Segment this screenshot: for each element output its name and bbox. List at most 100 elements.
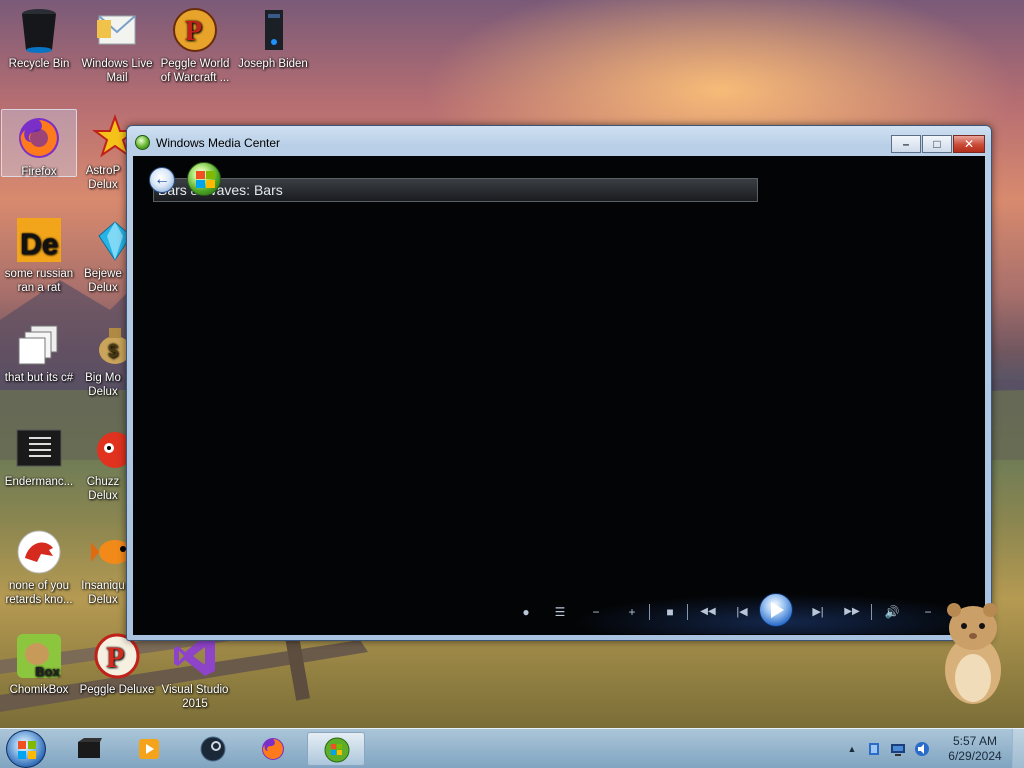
guide-icon: ☰ bbox=[554, 605, 566, 619]
desktop-icon-chomikbox[interactable]: Box ChomikBox bbox=[1, 628, 77, 697]
minimize-icon: – bbox=[902, 137, 910, 151]
back-button[interactable]: ← bbox=[149, 167, 175, 193]
hamster-icon: Box bbox=[15, 632, 63, 680]
breadcrumb-text: Bars & Waves: Bars bbox=[158, 182, 283, 198]
next-button[interactable]: ▶| bbox=[807, 602, 829, 622]
action-center-flag-icon[interactable] bbox=[866, 741, 882, 757]
desktop-icon-none-of-you-retards-kno[interactable]: none of you retards kno... bbox=[1, 524, 77, 607]
show-desktop-button[interactable] bbox=[1012, 729, 1024, 768]
taskbar-item-folder[interactable] bbox=[60, 732, 118, 766]
channel-up-button[interactable]: + bbox=[621, 602, 643, 622]
window-title: Windows Media Center bbox=[156, 136, 281, 150]
money-bag-icon: $ bbox=[91, 320, 127, 368]
back-arrow-icon: ← bbox=[154, 171, 170, 188]
windows-logo-icon bbox=[196, 171, 205, 179]
windows-logo-quad-yellow bbox=[206, 180, 215, 188]
clock-time: 5:57 AM bbox=[952, 734, 998, 748]
network-icon[interactable] bbox=[890, 741, 906, 757]
firefox-icon bbox=[262, 738, 284, 760]
firefox-icon bbox=[15, 114, 63, 162]
desktop-icon-insaniquarium[interactable]: Insaniqu Delux bbox=[79, 524, 127, 607]
hamster-gadget[interactable] bbox=[938, 598, 1008, 708]
desktop-icon-astropop[interactable]: AstroP Delux bbox=[79, 109, 127, 192]
windows-logo-quad-blue bbox=[196, 180, 205, 188]
stop-button[interactable]: ■ bbox=[659, 602, 681, 622]
clock[interactable]: 5:57 AM 6/29/2024 bbox=[940, 734, 1010, 764]
desktop-icon-some-russian-ran-a-rat[interactable]: De some russian ran a rat bbox=[1, 212, 77, 295]
document-icon bbox=[15, 424, 63, 472]
title-bar[interactable]: Windows Media Center – □ ✕ bbox=[127, 126, 991, 156]
chevron-up-icon: ▲ bbox=[847, 744, 857, 754]
previous-button[interactable]: |◀ bbox=[731, 602, 753, 622]
mute-button[interactable]: 🔊 bbox=[881, 602, 903, 622]
desktop-icon-big-money[interactable]: $ Big Mo Delux bbox=[79, 316, 127, 399]
show-hidden-icons-button[interactable]: ▲ bbox=[844, 741, 860, 757]
fast-forward-button[interactable]: ▶▶ bbox=[841, 602, 863, 622]
minus-icon: − bbox=[924, 605, 932, 619]
svg-text:Box: Box bbox=[35, 664, 60, 679]
stop-icon: ■ bbox=[666, 605, 674, 619]
start-button[interactable] bbox=[6, 730, 46, 768]
minus-icon: − bbox=[592, 605, 600, 619]
taskbar-item-media-player[interactable] bbox=[120, 732, 178, 766]
visualizer-area[interactable]: Bars & Waves: Bars ← ● ☰ − + ■ ◀◀ |◀ ▶| … bbox=[133, 156, 985, 635]
taskbar-item-media-center[interactable] bbox=[307, 732, 365, 766]
separator bbox=[687, 604, 688, 620]
mail-icon bbox=[93, 6, 141, 54]
svg-text:P: P bbox=[185, 16, 202, 47]
peggle-icon: P bbox=[171, 6, 219, 54]
desktop-icon-peggle-world-of-warcraft[interactable]: P Peggle World of Warcraft ... bbox=[157, 2, 233, 85]
desktop-icon-bejeweled[interactable]: Bejewe Delux bbox=[79, 212, 127, 295]
play-icon bbox=[771, 602, 784, 618]
recycle-bin-icon bbox=[15, 6, 63, 54]
record-button[interactable]: ● bbox=[515, 602, 537, 622]
taskbar: ▲ 5:57 AM 6/29/2024 bbox=[0, 728, 1024, 768]
media-center-icon bbox=[135, 135, 150, 150]
chuzzle-icon bbox=[91, 424, 127, 472]
dinosaur-icon bbox=[15, 528, 63, 576]
gem-icon bbox=[91, 216, 127, 264]
steam-icon bbox=[200, 736, 226, 762]
record-icon: ● bbox=[522, 605, 530, 619]
svg-text:$: $ bbox=[108, 341, 118, 361]
desktop-icon-windows-live-mail[interactable]: Windows Live Mail bbox=[79, 2, 155, 85]
desktop-icon-chuzzle[interactable]: Chuzz Delux bbox=[79, 420, 127, 503]
windows-logo-quad-green bbox=[206, 171, 215, 179]
media-center-window: Windows Media Center – □ ✕ Bars & Waves:… bbox=[126, 125, 992, 641]
fish-icon bbox=[91, 528, 127, 576]
taskbar-item-firefox[interactable] bbox=[244, 732, 302, 766]
start-media-center-button[interactable] bbox=[187, 162, 221, 196]
maximize-icon: □ bbox=[933, 137, 941, 151]
desktop-icon-recycle-bin[interactable]: Recycle Bin bbox=[1, 2, 77, 71]
svg-text:De: De bbox=[20, 228, 58, 261]
next-icon: ▶| bbox=[812, 606, 824, 618]
astropop-icon bbox=[91, 113, 127, 161]
play-button[interactable] bbox=[759, 593, 793, 627]
desktop-icon-firefox[interactable]: Firefox bbox=[1, 109, 77, 178]
close-icon: ✕ bbox=[963, 137, 975, 151]
computer-tower-icon bbox=[249, 6, 297, 54]
desktop-icon-endermanc[interactable]: Endermanc... bbox=[1, 420, 77, 489]
plus-icon: + bbox=[628, 605, 636, 619]
window-controls: – □ ✕ bbox=[890, 135, 985, 153]
maximize-button[interactable]: □ bbox=[922, 135, 952, 153]
transport-controls: ● ☰ − + ■ ◀◀ |◀ ▶| ▶▶ 🔊 − + bbox=[503, 588, 985, 634]
window-stack-icon bbox=[15, 320, 63, 368]
svg-text:P: P bbox=[106, 641, 124, 674]
fast-forward-icon: ▶▶ bbox=[844, 606, 860, 617]
desktop-icon-that-but-its-csharp[interactable]: that but its c# bbox=[1, 316, 77, 385]
minimize-button[interactable]: – bbox=[891, 135, 921, 153]
rewind-icon: ◀◀ bbox=[700, 606, 716, 617]
notification-area: ▲ 5:57 AM 6/29/2024 bbox=[840, 729, 1024, 768]
desktop-icon-joseph-biden[interactable]: Joseph Biden bbox=[235, 2, 311, 71]
media-player-icon bbox=[139, 739, 159, 759]
channel-down-button[interactable]: − bbox=[585, 602, 607, 622]
close-button[interactable]: ✕ bbox=[953, 135, 985, 153]
speaker-icon[interactable] bbox=[914, 741, 930, 757]
previous-icon: |◀ bbox=[736, 606, 748, 618]
volume-down-button[interactable]: − bbox=[917, 602, 939, 622]
taskbar-item-steam[interactable] bbox=[184, 732, 242, 766]
rewind-button[interactable]: ◀◀ bbox=[697, 602, 719, 622]
de-icon: De bbox=[15, 216, 63, 264]
guide-button[interactable]: ☰ bbox=[549, 602, 571, 622]
